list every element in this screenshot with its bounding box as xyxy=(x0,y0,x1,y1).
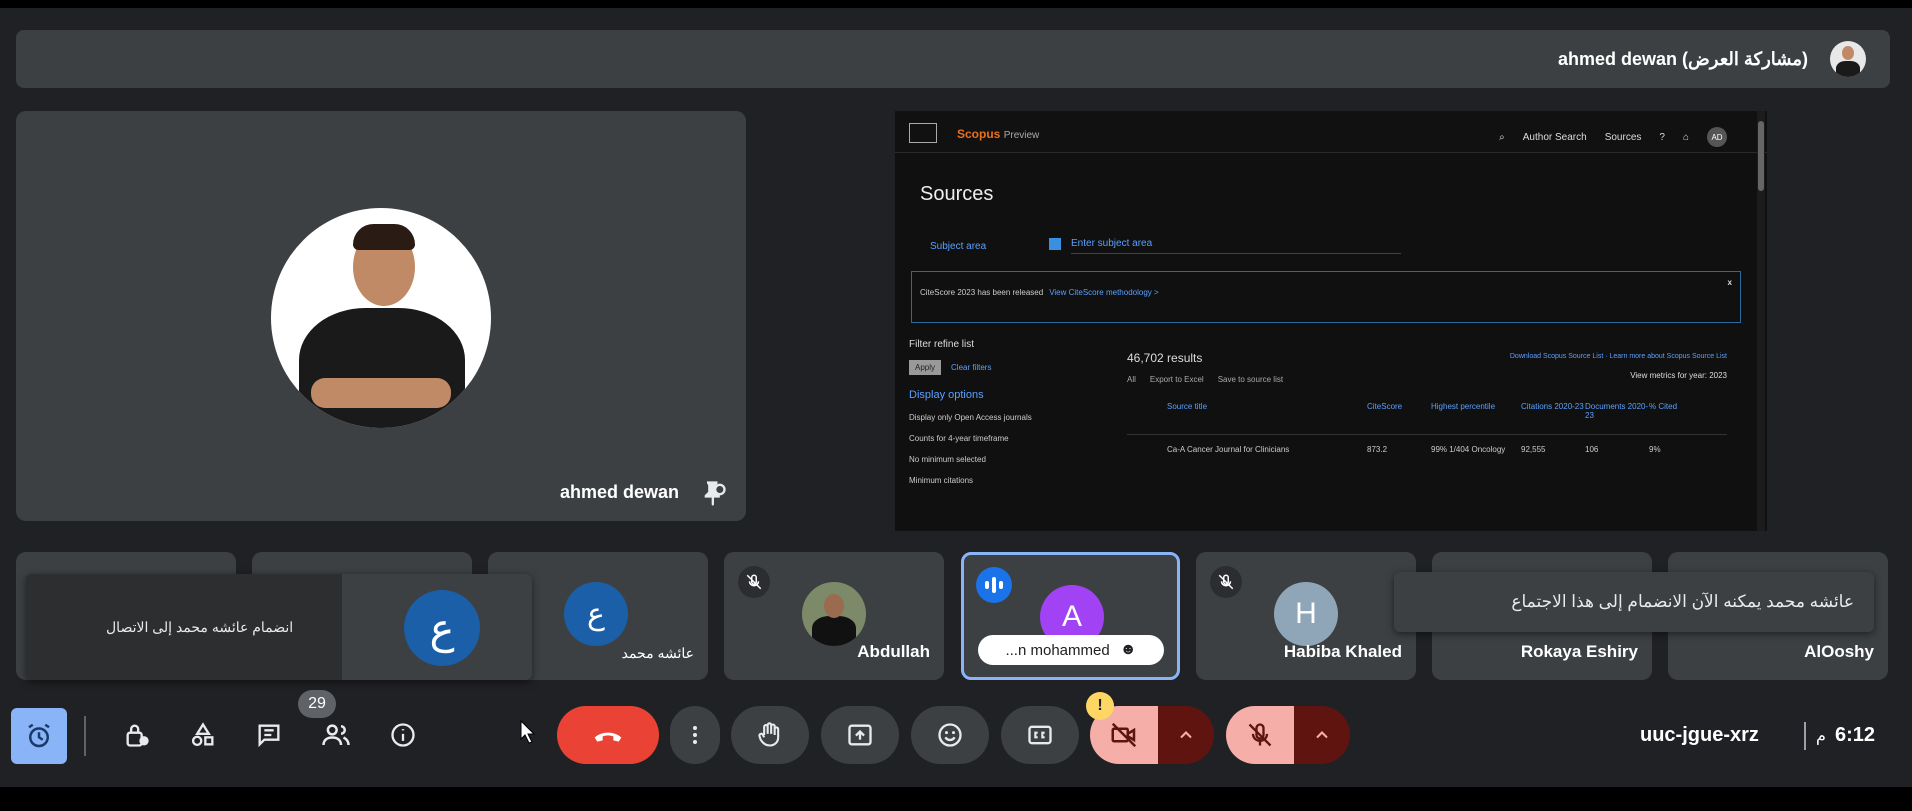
shared-screen: Scopus Preview ⌕ Author Search Sources ?… xyxy=(895,111,1767,531)
chat-button[interactable] xyxy=(242,708,296,762)
join-notification[interactable]: انضمام عائشه محمد إلى الاتصال ع xyxy=(26,574,532,680)
chat-icon xyxy=(258,724,280,748)
control-bar: 29 ! uuc-jgue-xrz م 6:12 xyxy=(0,690,1912,780)
divider xyxy=(1804,722,1806,750)
apply-button: Apply xyxy=(909,360,942,375)
clock-ampm: م xyxy=(1816,728,1826,745)
mic-options-button[interactable] xyxy=(1294,706,1350,764)
participants-count-badge: 29 xyxy=(298,690,336,718)
participant-name: Abdullah xyxy=(857,642,930,661)
mic-toggle-button[interactable] xyxy=(1226,706,1294,764)
captions-button[interactable] xyxy=(1001,706,1079,764)
clear-filters-link: Clear filters xyxy=(951,363,992,372)
info-icon xyxy=(391,723,415,747)
mouse-cursor-icon xyxy=(520,720,536,744)
present-screen-button[interactable] xyxy=(821,706,899,764)
participant-tile[interactable]: H Habiba Khaled xyxy=(1196,552,1416,680)
participant-avatar: ع xyxy=(404,590,480,666)
activities-button[interactable] xyxy=(176,708,230,762)
filter-panel: Filter refine list Apply Clear filters D… xyxy=(909,339,1109,497)
participant-avatar: ع xyxy=(564,582,628,646)
results-panel: 46,702 results Download Scopus Source Li… xyxy=(1127,351,1727,454)
participant-name: عائشه محمد xyxy=(621,645,694,661)
raise-hand-button[interactable] xyxy=(731,706,809,764)
participant-avatar: H xyxy=(1274,582,1338,646)
face-icon: ☻ xyxy=(1119,641,1137,658)
participant-name: AlOoshy xyxy=(1804,642,1874,661)
present-icon xyxy=(848,724,872,746)
join-notification-text: انضمام عائشه محمد إلى الاتصال xyxy=(106,619,294,635)
close-icon: x xyxy=(1727,278,1732,287)
participant-name-chip: ...n mohammed ☻ xyxy=(978,635,1164,665)
participant-avatar xyxy=(802,582,866,646)
divider xyxy=(84,716,86,756)
hang-up-icon xyxy=(594,732,622,742)
search-icon: ⌕ xyxy=(1499,131,1505,143)
nav-author-search: Author Search xyxy=(1522,131,1587,143)
closed-captions-icon xyxy=(1028,725,1052,745)
subject-area-input: Enter subject area xyxy=(1071,238,1401,254)
nav-sources: Sources xyxy=(1604,131,1642,143)
scopus-page-title: Sources xyxy=(920,183,994,205)
chevron-up-icon xyxy=(1180,731,1192,739)
waiting-notification-text: عائشه محمد يمكنه الآن الانضمام إلى هذا ا… xyxy=(1511,592,1854,611)
participant-avatar xyxy=(271,208,491,428)
results-table-header: Source title CiteScore Highest percentil… xyxy=(1127,402,1727,435)
participant-name: Rokaya Eshiry xyxy=(1520,642,1638,661)
presenter-banner-text: ahmed dewan (مشاركة العرض) xyxy=(1558,48,1808,69)
people-icon xyxy=(322,724,350,746)
main-participant-name: ahmed dewan xyxy=(559,482,679,502)
help-icon: ? xyxy=(1659,131,1665,143)
meet-window: ahmed dewan (مشاركة العرض) ahmed dewan S… xyxy=(0,0,1912,811)
warning-badge: ! xyxy=(1086,692,1114,720)
emoji-icon xyxy=(938,723,962,747)
scopus-header: Scopus Preview ⌕ Author Search Sources ?… xyxy=(895,111,1767,153)
reactions-button[interactable] xyxy=(911,706,989,764)
host-controls-button[interactable] xyxy=(110,708,164,762)
camera-options-button[interactable] xyxy=(1158,706,1214,764)
mic-off-icon xyxy=(738,566,770,598)
scopus-brand: Scopus Preview xyxy=(957,127,1040,141)
participant-tile-active[interactable]: A ...n mohammed ☻ xyxy=(961,552,1180,680)
alarm-icon xyxy=(28,723,50,748)
display-options: Display options xyxy=(909,389,984,401)
waiting-notification: عائشه محمد يمكنه الآن الانضمام إلى هذا ا… xyxy=(1394,572,1874,632)
presenter-avatar xyxy=(1830,41,1866,77)
lock-person-icon xyxy=(126,724,149,747)
camera-off-icon xyxy=(1111,722,1137,748)
checkbox-icon xyxy=(1049,238,1061,250)
mic-off-icon xyxy=(1248,723,1272,747)
speaking-indicator-icon xyxy=(976,567,1012,603)
clock-time: 6:12 xyxy=(1835,724,1876,746)
meeting-info-button[interactable] xyxy=(376,708,430,762)
institution-icon: ⌂ xyxy=(1682,131,1689,143)
leave-call-button[interactable] xyxy=(557,706,659,764)
download-link: Download Scopus Source List · Learn more… xyxy=(1509,353,1727,360)
open-access-option: Display only Open Access journals xyxy=(909,413,1032,422)
chevron-up-icon xyxy=(1316,731,1328,739)
subject-area-label: Subject area xyxy=(930,241,987,252)
meeting-code: uuc-jgue-xrz xyxy=(1640,724,1759,746)
table-row: Ca-A Cancer Journal for Clinicians 873.2… xyxy=(1167,445,1661,454)
mic-off-icon xyxy=(1210,566,1242,598)
elsevier-logo-icon xyxy=(909,123,937,143)
more-vert-icon xyxy=(693,726,697,744)
scrollbar xyxy=(1757,111,1765,531)
pin-icon[interactable] xyxy=(700,479,728,507)
more-options-button[interactable] xyxy=(670,706,720,764)
shapes-icon xyxy=(191,722,214,747)
hand-icon xyxy=(758,722,780,747)
account-avatar: AD xyxy=(1707,127,1727,147)
min-citations-option: Minimum citations xyxy=(909,476,974,485)
presenter-banner: ahmed dewan (مشاركة العرض) xyxy=(16,30,1890,88)
no-minimum-option: No minimum selected xyxy=(909,455,986,464)
counts-label: Counts for 4-year timeframe xyxy=(909,434,1009,443)
alarm-button[interactable] xyxy=(11,708,67,764)
main-participant-tile[interactable]: ahmed dewan xyxy=(16,111,746,521)
participant-tile[interactable]: Abdullah xyxy=(724,552,944,680)
citescore-notice: CiteScore 2023 has been released View Cit… xyxy=(911,271,1741,323)
participant-name: Habiba Khaled xyxy=(1283,642,1402,661)
scopus-nav: ⌕ Author Search Sources ? ⌂ AD xyxy=(1499,127,1727,147)
